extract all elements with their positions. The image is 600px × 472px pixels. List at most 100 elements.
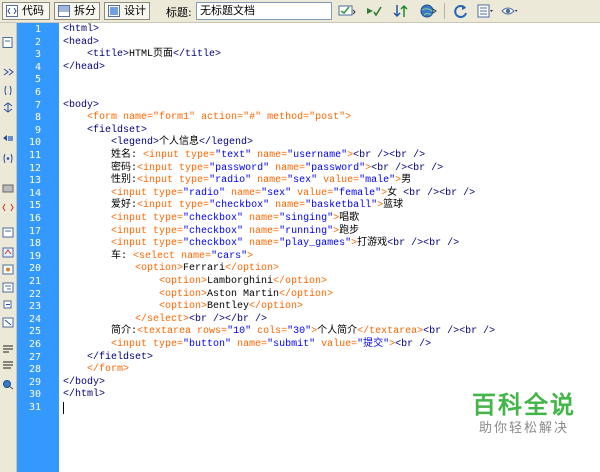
code-token: "radio" (183, 187, 226, 199)
code-line: </form> (63, 364, 129, 376)
line-number: 21 (28, 276, 41, 287)
code-token: "text" (215, 150, 252, 161)
code-token: type= (153, 339, 184, 350)
code-token: <br /> (353, 150, 390, 161)
code-token: </option> (249, 301, 304, 313)
line-number: 19 (28, 250, 41, 262)
code-token: Bentley (207, 301, 250, 313)
code-line: <option>Ferrari</option> (63, 263, 279, 275)
code-token: <br /> (459, 326, 496, 338)
code-token: name= (243, 213, 280, 224)
code-line: 性别:<input type="radio" name="sex" value=… (63, 175, 411, 187)
code-token: name= (181, 250, 212, 262)
code-token: name= (251, 150, 288, 161)
code-token: name= (231, 339, 268, 350)
code-token: > (247, 250, 254, 262)
code-line: <option>Aston Martin</option> (63, 289, 333, 301)
code-token: "sex" (287, 175, 318, 187)
code-token: <br /> (403, 187, 440, 199)
browser-check-icon[interactable] (338, 3, 356, 19)
code-token: <option> (63, 301, 208, 313)
code-token: "password" (305, 162, 366, 174)
code-view-label: 代码 (22, 4, 44, 17)
preview-in-browser-icon[interactable] (419, 3, 437, 19)
line-number: 3 (34, 49, 41, 61)
code-view-button[interactable]: 代码 (2, 2, 50, 20)
line-number: 27 (28, 351, 41, 363)
code-line: <input type="radio" name="sex" value="fe… (63, 188, 475, 200)
code-token: type= (179, 200, 210, 212)
line-number: 4 (34, 61, 41, 73)
code-view-icon (6, 5, 18, 17)
refresh-icon[interactable] (452, 3, 470, 19)
code-token: <head> (63, 36, 100, 48)
code-line: 密码:<input type="password" name="password… (63, 163, 443, 175)
code-token: <br /> (395, 339, 432, 350)
code-token: "#" (243, 112, 262, 124)
code-token: "30" (287, 326, 312, 338)
code-token: "running" (279, 225, 334, 237)
code-token: type= (179, 162, 210, 174)
code-token: "提交" (357, 339, 390, 350)
code-token: 性别: (111, 175, 138, 187)
code-line: <input type="button" name="submit" value… (63, 339, 431, 351)
code-token: Lamborghini (207, 276, 274, 287)
code-token: 密码: (111, 162, 138, 174)
code-token: <option> (63, 263, 184, 275)
code-token: "submit" (267, 339, 316, 350)
code-line: </html> (63, 389, 105, 401)
line-number: 26 (28, 339, 41, 350)
file-management-icon[interactable] (392, 3, 410, 19)
code-token: 姓名: (111, 150, 138, 161)
code-token: <form (63, 112, 124, 124)
code-token: </head> (63, 61, 106, 73)
validate-markup-icon[interactable] (365, 3, 383, 19)
line-number: 8 (34, 112, 41, 124)
line-number: 9 (34, 124, 41, 136)
code-token: "cars" (211, 250, 248, 262)
split-view-button[interactable]: 拆分 (54, 2, 100, 20)
code-token: <input (63, 187, 154, 199)
code-token: <input (137, 162, 180, 174)
code-token: 车: (111, 250, 128, 262)
code-token: <br /> (407, 162, 444, 174)
code-line: <input type="checkbox" name="running">跑步 (63, 226, 359, 238)
line-number: 23 (28, 301, 41, 313)
document-toolbar: 代码 拆分 设计 标题: 无标题文档 (0, 0, 600, 23)
code-token: 唱歌 (339, 213, 360, 224)
line-number: 18 (28, 238, 41, 250)
code-token: value= (291, 187, 334, 199)
line-number-gutter: 1 2 3 4 5 6 7 8 9 10 11 12 13 14 15 16 17 18 19 20 21 22 23 24 2… (17, 23, 59, 472)
view-options-icon[interactable] (476, 3, 494, 19)
title-label: 标题: (166, 6, 192, 19)
code-line: <legend>个人信息</legend> (63, 137, 253, 149)
code-token: </body> (63, 376, 106, 388)
code-line: <html> (63, 24, 99, 36)
split-view-icon (58, 5, 70, 17)
line-number: 22 (28, 288, 41, 300)
code-line: 姓名: <input type="text" name="username"><… (63, 150, 425, 162)
code-line: <option>Bentley</option> (63, 301, 303, 313)
code-token: "male" (359, 175, 396, 187)
code-token: 简介: (111, 326, 138, 338)
code-token: <title> (63, 49, 130, 61)
code-token: "checkbox" (183, 213, 244, 224)
code-token: </html> (63, 389, 106, 401)
line-number: 29 (28, 376, 41, 388)
document-title-input[interactable]: 无标题文档 (196, 2, 332, 20)
code-token: <input (63, 225, 154, 237)
code-line: <fieldset> (63, 125, 147, 137)
code-token: "button" (183, 339, 232, 350)
code-token: <input (63, 238, 154, 250)
design-view-button[interactable]: 设计 (104, 2, 150, 20)
code-token: 爱好: (111, 200, 138, 212)
code-line: <input type="checkbox" name="singing">唱歌 (63, 213, 359, 225)
visual-aids-icon[interactable] (500, 3, 518, 19)
code-token: 个人信息 (159, 137, 200, 149)
line-number: 11 (28, 150, 41, 161)
line-number: 31 (28, 402, 41, 413)
code-line: 爱好:<input type="checkbox" name="basketba… (63, 200, 403, 212)
code-token: "password" (209, 162, 270, 174)
